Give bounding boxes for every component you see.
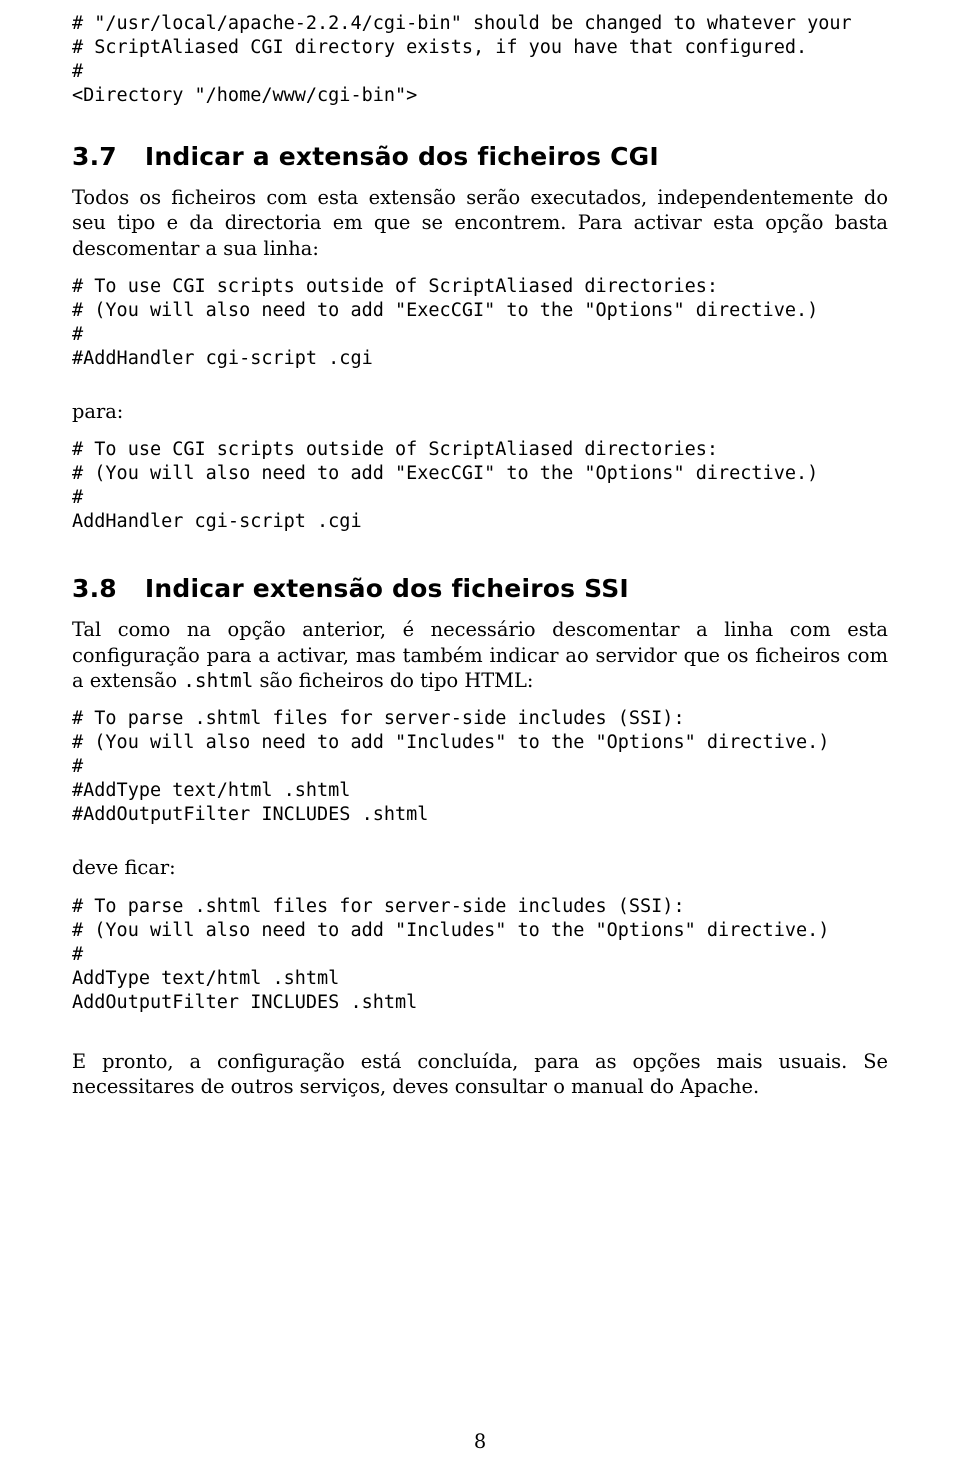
- deve-ficar-label: deve ficar:: [72, 855, 888, 880]
- code-block-ssi-before: # To parse .shtml files for server-side …: [72, 707, 888, 827]
- section-3-7-heading: 3.7 Indicar a extensão dos ficheiros CGI: [72, 142, 888, 171]
- section-3-7-paragraph: Todos os ficheiros com esta extensão ser…: [72, 185, 888, 261]
- section-number: 3.8: [72, 574, 117, 603]
- page-container: # "/usr/local/apache-2.2.4/cgi-bin" shou…: [0, 0, 960, 1483]
- para-text-post: são ficheiros do tipo HTML:: [253, 669, 533, 692]
- code-block-cgi-before: # To use CGI scripts outside of ScriptAl…: [72, 275, 888, 371]
- para-label: para:: [72, 399, 888, 424]
- section-number: 3.7: [72, 142, 117, 171]
- section-3-8-heading: 3.8 Indicar extensão dos ficheiros SSI: [72, 574, 888, 603]
- section-title: Indicar extensão dos ficheiros SSI: [145, 574, 629, 603]
- code-block-cgi-after: # To use CGI scripts outside of ScriptAl…: [72, 438, 888, 534]
- section-title: Indicar a extensão dos ficheiros CGI: [145, 142, 659, 171]
- section-3-8-paragraph: Tal como na opção anterior, é necessário…: [72, 617, 888, 693]
- inline-code-shtml: .shtml: [183, 669, 253, 692]
- code-block-directory: # "/usr/local/apache-2.2.4/cgi-bin" shou…: [72, 12, 888, 108]
- code-block-ssi-after: # To parse .shtml files for server-side …: [72, 895, 888, 1015]
- closing-paragraph: E pronto, a configuração está concluída,…: [72, 1049, 888, 1099]
- page-number: 8: [0, 1430, 960, 1453]
